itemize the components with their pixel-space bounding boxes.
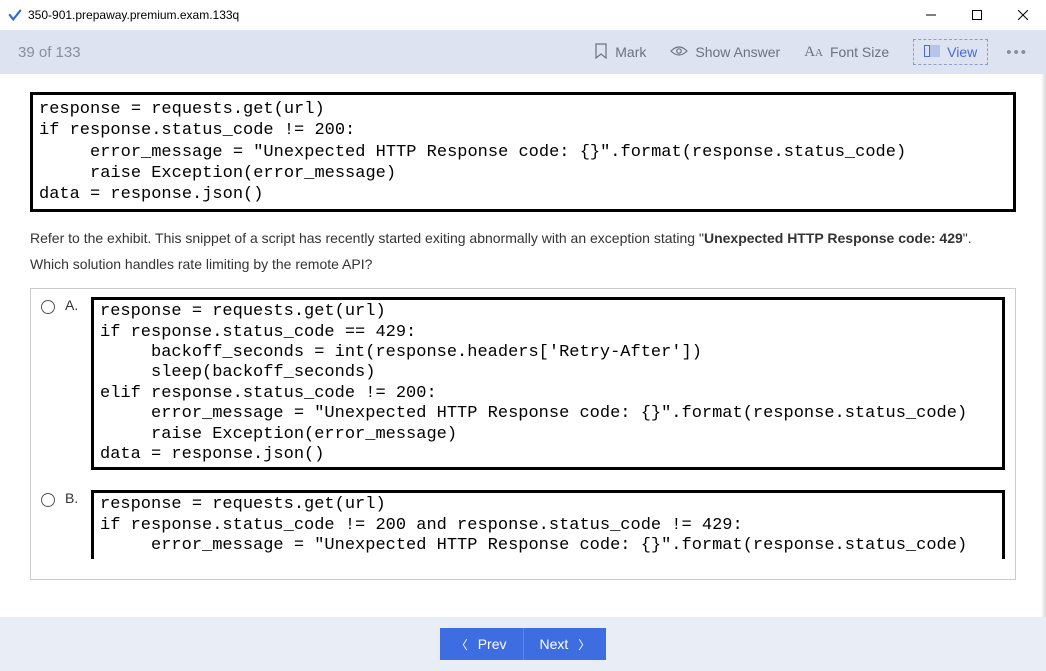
content-area: response = requests.get(url) if response… <box>0 74 1046 617</box>
question-line-2: Which solution handles rate limiting by … <box>30 256 1016 272</box>
footer-nav: 〈 Prev Next 〉 <box>0 617 1046 671</box>
option-code-b: response = requests.get(url) if response… <box>91 490 1005 558</box>
chevron-right-icon: 〉 <box>578 636 590 653</box>
font-size-label: Font Size <box>830 44 889 60</box>
app-icon <box>8 8 22 22</box>
show-answer-label: Show Answer <box>695 44 780 60</box>
option-label-a: A. <box>65 297 81 313</box>
scrollbar[interactable] <box>1041 74 1046 617</box>
option-label-b: B. <box>65 490 81 506</box>
option-code-a: response = requests.get(url) if response… <box>91 297 1005 470</box>
window-controls <box>908 0 1046 30</box>
maximize-button[interactable] <box>954 0 1000 30</box>
bookmark-icon <box>594 43 608 62</box>
view-label: View <box>947 44 977 60</box>
toolbar: 39 of 133 Mark Show Answer AA Font Size … <box>0 30 1046 74</box>
mark-label: Mark <box>615 44 646 60</box>
q1-strong: Unexpected HTTP Response code: 429 <box>704 230 963 246</box>
view-button[interactable]: View <box>913 39 988 65</box>
show-answer-button[interactable]: Show Answer <box>670 44 780 60</box>
next-label: Next <box>540 636 569 652</box>
radio-a[interactable] <box>41 300 55 314</box>
next-button[interactable]: Next 〉 <box>524 628 607 660</box>
q1-post: ". <box>963 230 972 246</box>
question-line-1: Refer to the exhibit. This snippet of a … <box>30 230 1016 246</box>
window-title: 350-901.prepaway.premium.exam.133q <box>28 8 239 22</box>
exhibit-code: response = requests.get(url) if response… <box>30 92 1016 212</box>
radio-b[interactable] <box>41 493 55 507</box>
options-container: A. response = requests.get(url) if respo… <box>30 288 1016 579</box>
minimize-button[interactable] <box>908 0 954 30</box>
font-size-button[interactable]: AA Font Size <box>804 44 889 61</box>
prev-button[interactable]: 〈 Prev <box>440 628 524 660</box>
chevron-left-icon: 〈 <box>456 636 468 653</box>
view-icon <box>924 44 940 60</box>
prev-label: Prev <box>478 636 507 652</box>
font-size-icon: AA <box>804 44 823 61</box>
option-b[interactable]: B. response = requests.get(url) if respo… <box>41 490 1005 558</box>
option-a[interactable]: A. response = requests.get(url) if respo… <box>41 297 1005 470</box>
question-counter: 39 of 133 <box>18 44 81 61</box>
eye-icon <box>670 44 688 60</box>
q1-pre: Refer to the exhibit. This snippet of a … <box>30 230 704 246</box>
mark-button[interactable]: Mark <box>594 43 646 62</box>
more-button[interactable]: ••• <box>1006 44 1028 61</box>
window-titlebar: 350-901.prepaway.premium.exam.133q <box>0 0 1046 30</box>
close-button[interactable] <box>1000 0 1046 30</box>
